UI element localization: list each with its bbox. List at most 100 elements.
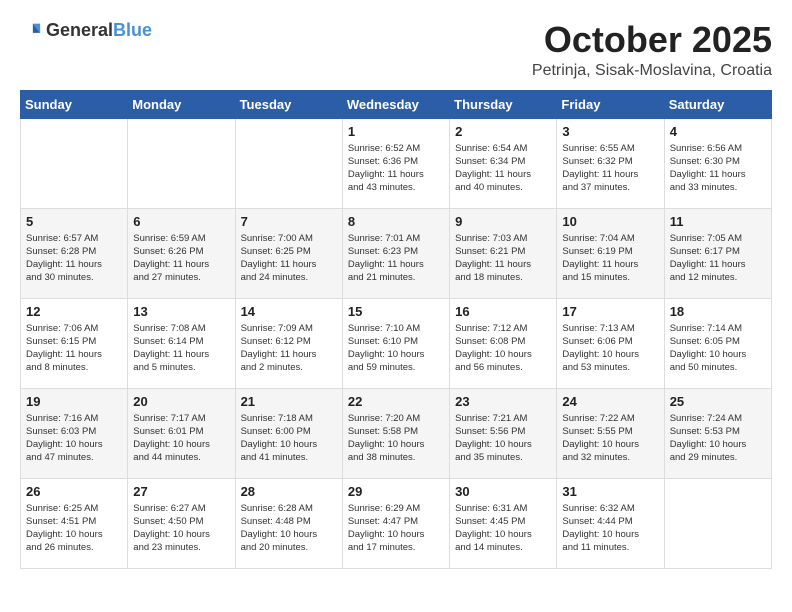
calendar-cell: 20Sunrise: 7:17 AMSunset: 6:01 PMDayligh…	[128, 388, 235, 478]
day-number: 5	[26, 214, 122, 229]
day-number: 30	[455, 484, 551, 499]
calendar-cell: 13 Sunrise: 7:08 AMSunset: 6:14 PMDayligh…	[128, 298, 235, 388]
day-number: 13	[133, 304, 229, 319]
day-header-thursday: Thursday	[450, 90, 557, 118]
calendar-cell: 26 Sunrise: 6:25 AMSunset: 4:51 PMDayligh…	[21, 478, 128, 568]
day-number: 22	[348, 394, 444, 409]
calendar-cell: 5Sunrise: 6:57 AMSunset: 6:28 PMDaylight…	[21, 208, 128, 298]
day-info: Sunrise: 7:20 AMSunset: 5:58 PMDaylight:…	[348, 412, 444, 465]
logo-general-text: GeneralBlue	[46, 21, 152, 41]
calendar-cell: 14 Sunrise: 7:09 AMSunset: 6:12 PMDayligh…	[235, 298, 342, 388]
calendar-cell: 15 Sunrise: 7:10 AMSunset: 6:10 PMDayligh…	[342, 298, 449, 388]
day-number: 7	[241, 214, 337, 229]
calendar-cell	[235, 118, 342, 208]
day-info: Sunrise: 7:13 AMSunset: 6:06 PMDaylight:…	[562, 322, 658, 375]
logo: GeneralBlue	[20, 20, 152, 42]
day-header-sunday: Sunday	[21, 90, 128, 118]
day-info: Sunrise: 6:31 AMSunset: 4:45 PMDaylight:…	[455, 502, 551, 555]
day-info: Sunrise: 7:12 AMSunset: 6:08 PMDaylight:…	[455, 322, 551, 375]
calendar-cell: 27Sunrise: 6:27 AMSunset: 4:50 PMDayligh…	[128, 478, 235, 568]
day-info: Sunrise: 7:04 AMSunset: 6:19 PMDaylight:…	[562, 232, 658, 285]
calendar-cell: 9Sunrise: 7:03 AMSunset: 6:21 PMDaylight…	[450, 208, 557, 298]
day-info: Sunrise: 6:29 AMSunset: 4:47 PMDaylight:…	[348, 502, 444, 555]
day-info: Sunrise: 6:59 AMSunset: 6:26 PMDaylight:…	[133, 232, 229, 285]
day-info: Sunrise: 7:06 AMSunset: 6:15 PMDaylight:…	[26, 322, 122, 375]
calendar-cell: 31 Sunrise: 6:32 AMSunset: 4:44 PMDayligh…	[557, 478, 664, 568]
day-number: 6	[133, 214, 229, 229]
calendar-cell	[21, 118, 128, 208]
day-info: Sunrise: 7:01 AMSunset: 6:23 PMDaylight:…	[348, 232, 444, 285]
calendar-cell: 17 Sunrise: 7:13 AMSunset: 6:06 PMDayligh…	[557, 298, 664, 388]
day-number: 31	[562, 484, 658, 499]
day-number: 10	[562, 214, 658, 229]
calendar-cell: 19 Sunrise: 7:16 AMSunset: 6:03 PMDayligh…	[21, 388, 128, 478]
calendar-week-row: 26 Sunrise: 6:25 AMSunset: 4:51 PMDayligh…	[21, 478, 772, 568]
day-number: 24	[562, 394, 658, 409]
day-info: Sunrise: 7:24 AMSunset: 5:53 PMDaylight:…	[670, 412, 766, 465]
day-info: Sunrise: 7:09 AMSunset: 6:12 PMDaylight:…	[241, 322, 337, 375]
day-number: 15	[348, 304, 444, 319]
calendar-cell: 1 Sunrise: 6:52 AMSunset: 6:36 PMDaylight…	[342, 118, 449, 208]
calendar-cell: 12 Sunrise: 7:06 AMSunset: 6:15 PMDayligh…	[21, 298, 128, 388]
day-info: Sunrise: 7:18 AMSunset: 6:00 PMDaylight:…	[241, 412, 337, 465]
day-info: Sunrise: 6:27 AMSunset: 4:50 PMDaylight:…	[133, 502, 229, 555]
day-number: 29	[348, 484, 444, 499]
day-header-saturday: Saturday	[664, 90, 771, 118]
month-title: October 2025	[532, 20, 772, 60]
day-info: Sunrise: 7:03 AMSunset: 6:21 PMDaylight:…	[455, 232, 551, 285]
day-header-friday: Friday	[557, 90, 664, 118]
day-info: Sunrise: 7:16 AMSunset: 6:03 PMDaylight:…	[26, 412, 122, 465]
calendar-cell: 28 Sunrise: 6:28 AMSunset: 4:48 PMDayligh…	[235, 478, 342, 568]
day-number: 16	[455, 304, 551, 319]
calendar-week-row: 1 Sunrise: 6:52 AMSunset: 6:36 PMDaylight…	[21, 118, 772, 208]
day-info: Sunrise: 6:28 AMSunset: 4:48 PMDaylight:…	[241, 502, 337, 555]
calendar-header-row: SundayMondayTuesdayWednesdayThursdayFrid…	[21, 90, 772, 118]
location-subtitle: Petrinja, Sisak-Moslavina, Croatia	[532, 62, 772, 80]
day-info: Sunrise: 7:00 AMSunset: 6:25 PMDaylight:…	[241, 232, 337, 285]
day-info: Sunrise: 7:21 AMSunset: 5:56 PMDaylight:…	[455, 412, 551, 465]
day-number: 1	[348, 124, 444, 139]
calendar-cell: 21 Sunrise: 7:18 AMSunset: 6:00 PMDayligh…	[235, 388, 342, 478]
calendar-week-row: 5Sunrise: 6:57 AMSunset: 6:28 PMDaylight…	[21, 208, 772, 298]
day-info: Sunrise: 6:32 AMSunset: 4:44 PMDaylight:…	[562, 502, 658, 555]
calendar-cell: 23 Sunrise: 7:21 AMSunset: 5:56 PMDayligh…	[450, 388, 557, 478]
day-number: 19	[26, 394, 122, 409]
calendar-cell: 10 Sunrise: 7:04 AMSunset: 6:19 PMDayligh…	[557, 208, 664, 298]
day-number: 28	[241, 484, 337, 499]
calendar-cell: 22 Sunrise: 7:20 AMSunset: 5:58 PMDayligh…	[342, 388, 449, 478]
day-header-wednesday: Wednesday	[342, 90, 449, 118]
day-number: 17	[562, 304, 658, 319]
day-number: 3	[562, 124, 658, 139]
day-number: 12	[26, 304, 122, 319]
calendar-cell: 2Sunrise: 6:54 AMSunset: 6:34 PMDaylight…	[450, 118, 557, 208]
day-number: 14	[241, 304, 337, 319]
calendar-cell: 6 Sunrise: 6:59 AMSunset: 6:26 PMDaylight…	[128, 208, 235, 298]
calendar-cell	[664, 478, 771, 568]
day-number: 4	[670, 124, 766, 139]
day-info: Sunrise: 7:05 AMSunset: 6:17 PMDaylight:…	[670, 232, 766, 285]
day-info: Sunrise: 7:22 AMSunset: 5:55 PMDaylight:…	[562, 412, 658, 465]
calendar-cell: 29 Sunrise: 6:29 AMSunset: 4:47 PMDayligh…	[342, 478, 449, 568]
day-info: Sunrise: 6:52 AMSunset: 6:36 PMDaylight:…	[348, 142, 444, 195]
day-info: Sunrise: 7:10 AMSunset: 6:10 PMDaylight:…	[348, 322, 444, 375]
calendar-cell: 25Sunrise: 7:24 AMSunset: 5:53 PMDayligh…	[664, 388, 771, 478]
calendar-week-row: 19 Sunrise: 7:16 AMSunset: 6:03 PMDayligh…	[21, 388, 772, 478]
day-info: Sunrise: 6:25 AMSunset: 4:51 PMDaylight:…	[26, 502, 122, 555]
calendar-cell: 7 Sunrise: 7:00 AMSunset: 6:25 PMDaylight…	[235, 208, 342, 298]
day-number: 21	[241, 394, 337, 409]
day-info: Sunrise: 7:08 AMSunset: 6:14 PMDaylight:…	[133, 322, 229, 375]
day-header-monday: Monday	[128, 90, 235, 118]
day-number: 20	[133, 394, 229, 409]
page-header: GeneralBlue October 2025 Petrinja, Sisak…	[20, 20, 772, 80]
calendar-cell: 16 Sunrise: 7:12 AMSunset: 6:08 PMDayligh…	[450, 298, 557, 388]
title-block: October 2025 Petrinja, Sisak-Moslavina, …	[532, 20, 772, 80]
day-info: Sunrise: 6:54 AMSunset: 6:34 PMDaylight:…	[455, 142, 551, 195]
day-number: 23	[455, 394, 551, 409]
day-number: 18	[670, 304, 766, 319]
day-number: 26	[26, 484, 122, 499]
calendar-cell: 24 Sunrise: 7:22 AMSunset: 5:55 PMDayligh…	[557, 388, 664, 478]
calendar-cell: 18Sunrise: 7:14 AMSunset: 6:05 PMDayligh…	[664, 298, 771, 388]
day-number: 11	[670, 214, 766, 229]
calendar-cell	[128, 118, 235, 208]
day-info: Sunrise: 6:56 AMSunset: 6:30 PMDaylight:…	[670, 142, 766, 195]
